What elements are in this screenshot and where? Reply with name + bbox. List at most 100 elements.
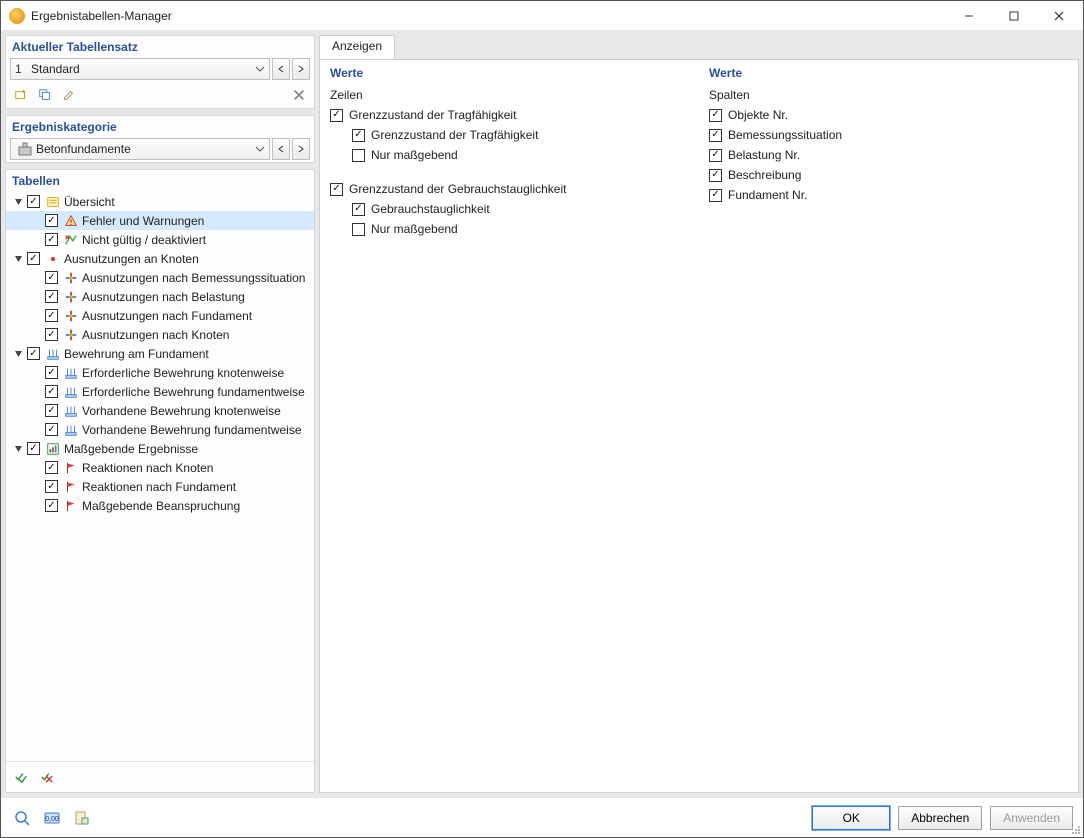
tree-checkbox[interactable]	[45, 309, 58, 322]
tree-checkbox[interactable]	[45, 290, 58, 303]
edit-tableset-button[interactable]	[58, 84, 80, 106]
dialog-footer: 0,00 OK Abbrechen Anwenden	[1, 797, 1083, 837]
close-button[interactable]	[1036, 2, 1081, 30]
apply-button[interactable]: Anwenden	[990, 806, 1073, 830]
checkbox[interactable]	[709, 189, 722, 202]
cols-option-label: Objekte Nr.	[728, 108, 788, 122]
tree-row[interactable]: Übersicht	[6, 192, 314, 211]
tree-label: Erforderliche Bewehrung knotenweise	[82, 366, 284, 380]
tree-row[interactable]: Ausnutzungen nach Fundament	[6, 306, 314, 325]
tree-row[interactable]: Maßgebende Beanspruchung	[6, 496, 314, 515]
rows-group[interactable]: Grenzzustand der Gebrauchstauglichkeit	[330, 182, 689, 196]
checkbox[interactable]	[352, 149, 365, 162]
cols-option[interactable]: Beschreibung	[709, 168, 1068, 182]
tree-checkbox[interactable]	[27, 442, 40, 455]
tree-row[interactable]: Bewehrung am Fundament	[6, 344, 314, 363]
script-button[interactable]	[71, 807, 93, 829]
tree-row[interactable]: Ausnutzungen an Knoten	[6, 249, 314, 268]
delete-tableset-button[interactable]	[288, 84, 310, 106]
cancel-button[interactable]: Abbrechen	[898, 806, 982, 830]
check-all-button[interactable]	[10, 766, 32, 788]
rows-option[interactable]: Gebrauchstauglichkeit	[330, 202, 689, 216]
tree-checkbox[interactable]	[45, 366, 58, 379]
tree-expander-icon[interactable]	[12, 197, 24, 206]
category-prev-button[interactable]	[272, 138, 290, 160]
tab-anzeigen[interactable]: Anzeigen	[319, 35, 395, 59]
tree-row[interactable]: Erforderliche Bewehrung fundamentweise	[6, 382, 314, 401]
uncheck-all-button[interactable]	[36, 766, 58, 788]
help-button[interactable]	[11, 807, 33, 829]
tree-checkbox[interactable]	[45, 423, 58, 436]
tree-checkbox[interactable]	[45, 404, 58, 417]
tree-row[interactable]: Vorhandene Bewehrung knotenweise	[6, 401, 314, 420]
checkbox[interactable]	[352, 223, 365, 236]
cols-option-label: Belastung Nr.	[728, 148, 800, 162]
tree-checkbox[interactable]	[45, 499, 58, 512]
checkbox[interactable]	[709, 149, 722, 162]
category-combo[interactable]: Betonfundamente	[10, 138, 270, 160]
checkbox[interactable]	[709, 169, 722, 182]
tableset-combo[interactable]: 1 Standard	[10, 58, 270, 80]
tree-checkbox[interactable]	[27, 347, 40, 360]
tableset-prev-button[interactable]	[272, 58, 290, 80]
cross-icon	[63, 270, 79, 286]
tree-row[interactable]: Erforderliche Bewehrung knotenweise	[6, 363, 314, 382]
rows-group[interactable]: Grenzzustand der Tragfähigkeit	[330, 108, 689, 122]
tree-expander-icon[interactable]	[12, 254, 24, 263]
values-rows-column: Werte Zeilen Grenzzustand der Tragfähigk…	[330, 66, 689, 786]
window-title: Ergebnistabellen-Manager	[31, 9, 946, 23]
tree-checkbox[interactable]	[27, 195, 40, 208]
tree-checkbox[interactable]	[45, 233, 58, 246]
tree-row[interactable]: Maßgebende Ergebnisse	[6, 439, 314, 458]
checkbox[interactable]	[352, 129, 365, 142]
rows-option[interactable]: Nur maßgebend	[330, 148, 689, 162]
tree-row[interactable]: Ausnutzungen nach Knoten	[6, 325, 314, 344]
checkbox[interactable]	[709, 129, 722, 142]
ok-button[interactable]: OK	[812, 806, 890, 830]
cols-option[interactable]: Fundament Nr.	[709, 188, 1068, 202]
tree-row[interactable]: Fehler und Warnungen	[6, 211, 314, 230]
tree-expander-icon[interactable]	[12, 444, 24, 453]
tree-row[interactable]: Ausnutzungen nach Bemessungssituation	[6, 268, 314, 287]
rows-option[interactable]: Nur maßgebend	[330, 222, 689, 236]
tree-checkbox[interactable]	[27, 252, 40, 265]
minimize-button[interactable]	[946, 2, 991, 30]
values-cols-column: Werte Spalten Objekte Nr.Bemessungssitua…	[709, 66, 1068, 786]
tree-expander-icon[interactable]	[12, 349, 24, 358]
checkbox[interactable]	[330, 109, 343, 122]
tree-checkbox[interactable]	[45, 214, 58, 227]
copy-tableset-button[interactable]	[34, 84, 56, 106]
tree-row[interactable]: Reaktionen nach Fundament	[6, 477, 314, 496]
tableset-next-button[interactable]	[292, 58, 310, 80]
tree-row[interactable]: Vorhandene Bewehrung fundamentweise	[6, 420, 314, 439]
tree-row[interactable]: Reaktionen nach Knoten	[6, 458, 314, 477]
maximize-button[interactable]	[991, 2, 1036, 30]
cols-option[interactable]: Bemessungssituation	[709, 128, 1068, 142]
rows-option[interactable]: Grenzzustand der Tragfähigkeit	[330, 128, 689, 142]
rebar-blue-icon	[45, 346, 61, 362]
cols-option[interactable]: Objekte Nr.	[709, 108, 1068, 122]
tree-checkbox[interactable]	[45, 385, 58, 398]
dot-red-icon	[45, 251, 61, 267]
cols-option[interactable]: Belastung Nr.	[709, 148, 1068, 162]
tree-checkbox[interactable]	[45, 271, 58, 284]
checkbox[interactable]	[330, 183, 343, 196]
tree-checkbox[interactable]	[45, 328, 58, 341]
overview-icon	[45, 194, 61, 210]
tree-checkbox[interactable]	[45, 461, 58, 474]
resize-grip-icon[interactable]	[1069, 823, 1081, 835]
tree-checkbox[interactable]	[45, 480, 58, 493]
rows-group-label: Grenzzustand der Tragfähigkeit	[349, 108, 516, 122]
tables-tree[interactable]: ÜbersichtFehler und WarnungenNicht gülti…	[6, 190, 314, 761]
rebar-blue-icon	[63, 403, 79, 419]
tree-label: Ausnutzungen nach Belastung	[82, 290, 245, 304]
flag-icon	[63, 460, 79, 476]
tree-row[interactable]: Nicht gültig / deaktiviert	[6, 230, 314, 249]
tree-row[interactable]: Ausnutzungen nach Belastung	[6, 287, 314, 306]
checkbox[interactable]	[709, 109, 722, 122]
new-tableset-button[interactable]	[10, 84, 32, 106]
category-next-button[interactable]	[292, 138, 310, 160]
units-button[interactable]: 0,00	[41, 807, 63, 829]
current-tableset-title: Aktueller Tabellensatz	[6, 36, 314, 56]
checkbox[interactable]	[352, 203, 365, 216]
